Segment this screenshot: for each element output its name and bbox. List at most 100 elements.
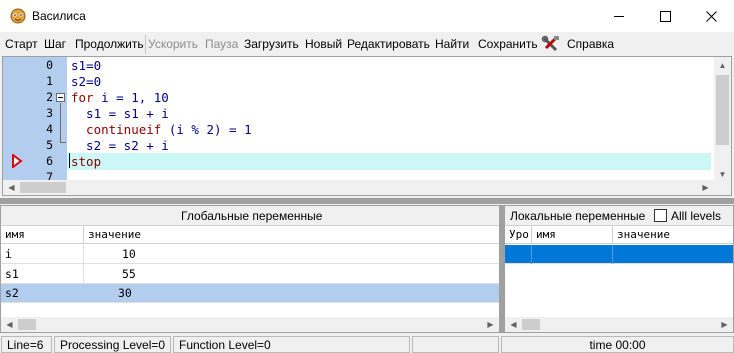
execution-pointer-icon: [12, 154, 23, 168]
column-header-value[interactable]: значение: [84, 226, 499, 244]
status-line: Line=6: [1, 336, 52, 353]
editor-vertical-scrollbar[interactable]: ▲ ▼: [714, 57, 731, 183]
menu-load[interactable]: Загрузить: [244, 37, 299, 51]
line-number: 3: [46, 106, 53, 120]
tools-icon[interactable]: [541, 35, 561, 53]
scroll-right-icon[interactable]: ▶: [716, 317, 733, 332]
app-logo-icon: [10, 8, 26, 24]
table-row[interactable]: i 10: [1, 245, 499, 264]
menu-new[interactable]: Новый: [305, 37, 342, 51]
keyword: continueif: [71, 122, 162, 137]
title-bar: Василиса: [0, 0, 734, 32]
text-caret: [69, 153, 70, 168]
scroll-left-icon[interactable]: ◀: [1, 317, 18, 332]
line-number: 1: [46, 74, 53, 88]
global-horizontal-scrollbar[interactable]: ◀ ▶: [1, 317, 499, 332]
all-levels-checkbox[interactable]: [654, 209, 667, 222]
code-text: s2 = s2 + i: [71, 138, 169, 153]
maximize-button[interactable]: [642, 0, 688, 32]
code-text: s1=0: [71, 58, 102, 73]
status-function-level: Function Level=0: [173, 336, 410, 353]
scroll-thumb[interactable]: [18, 319, 36, 330]
code-rest: i = 1, 10: [93, 90, 169, 105]
panel-header: Локальные переменные Alll levels: [505, 206, 733, 226]
fold-guide: [60, 103, 61, 143]
column-header-name[interactable]: имя: [532, 226, 613, 244]
fold-guide-end: [60, 142, 66, 143]
code-text: continueif (i % 2) = 1: [71, 122, 252, 137]
code-rest: (i % 2) = 1: [161, 122, 252, 137]
table-row-selected[interactable]: s2 30: [1, 284, 499, 303]
column-header-value[interactable]: значение: [613, 226, 733, 244]
value-cell: [613, 245, 733, 264]
code-text: for i = 1, 10: [71, 90, 169, 105]
column-header-name[interactable]: имя: [1, 226, 84, 244]
code-editor[interactable]: 0 s1=0 1 s2=0 2 for i = 1, 10 3 s1 = s1 …: [2, 56, 732, 196]
status-time: time 00:00: [501, 336, 734, 353]
close-button[interactable]: [688, 0, 734, 32]
menu-pause[interactable]: Пауза: [205, 37, 238, 51]
grid-header: Уро имя значение: [505, 226, 733, 244]
minus-icon: [58, 97, 63, 98]
minimize-button[interactable]: [596, 0, 642, 32]
editor-horizontal-scrollbar[interactable]: ◀ ▶: [3, 180, 731, 195]
var-value: 30: [118, 286, 132, 300]
status-processing-level: Processing Level=0: [54, 336, 171, 353]
local-variables-panel: Локальные переменные Alll levels Уро имя…: [504, 205, 734, 333]
local-horizontal-scrollbar[interactable]: ◀ ▶: [505, 317, 733, 332]
maximize-icon: [659, 10, 671, 22]
menu-save[interactable]: Сохранить: [478, 37, 538, 51]
var-name: s2: [5, 286, 19, 300]
scroll-left-icon[interactable]: ◀: [3, 180, 20, 195]
menu-separator: [145, 35, 146, 54]
code-text: stop: [71, 154, 101, 169]
line-number: 0: [46, 58, 53, 72]
menu-find[interactable]: Найти: [435, 37, 469, 51]
keyword: stop: [71, 154, 102, 169]
window-title: Василиса: [32, 9, 86, 23]
close-icon: [705, 10, 717, 22]
menu-edit[interactable]: Редактировать: [347, 37, 430, 51]
all-levels-label[interactable]: Alll levels: [671, 209, 721, 223]
keyword: for: [71, 90, 94, 105]
menu-continue[interactable]: Продолжить: [75, 37, 144, 51]
scroll-thumb[interactable]: [20, 182, 66, 193]
panel-title: Локальные переменные: [510, 209, 646, 223]
horizontal-splitter[interactable]: [0, 198, 734, 204]
var-name: i: [1, 245, 84, 264]
fold-toggle-icon[interactable]: [56, 93, 65, 102]
var-name: s1: [1, 265, 84, 284]
scroll-right-icon[interactable]: ▶: [697, 180, 714, 195]
panel-title: Глобальные переменные: [181, 209, 323, 223]
code-line: 1 s2=0: [3, 74, 711, 91]
code-line: 0 s1=0: [3, 58, 711, 75]
code-line: 6 stop: [3, 154, 711, 171]
scroll-up-icon[interactable]: ▲: [714, 58, 731, 73]
scroll-left-icon[interactable]: ◀: [505, 317, 522, 332]
scroll-thumb[interactable]: [522, 319, 540, 330]
name-cell: [532, 245, 613, 264]
code-text: s2=0: [71, 74, 102, 89]
scroll-thumb[interactable]: [716, 75, 729, 145]
table-row-selected[interactable]: [505, 245, 733, 264]
code-line: 5 s2 = s2 + i: [3, 138, 711, 155]
menu-bar: Старт Шаг Продолжить Ускорить Пауза Загр…: [0, 33, 734, 55]
status-bar: Line=6 Processing Level=0 Function Level…: [0, 335, 734, 353]
panel-header: Глобальные переменные: [1, 206, 499, 226]
status-empty: [412, 336, 499, 353]
grid-header: имя значение: [1, 226, 499, 244]
var-value: 10: [122, 247, 136, 261]
menu-start[interactable]: Старт: [5, 37, 38, 51]
menu-speedup[interactable]: Ускорить: [148, 37, 198, 51]
menu-help[interactable]: Справка: [567, 37, 614, 51]
scroll-right-icon[interactable]: ▶: [482, 317, 499, 332]
line-number: 2: [46, 90, 53, 104]
line-number: 5: [46, 138, 53, 152]
menu-step[interactable]: Шаг: [44, 37, 66, 51]
line-number: 4: [46, 122, 53, 136]
table-row[interactable]: s1 55: [1, 265, 499, 284]
code-line: 4 continueif (i % 2) = 1: [3, 122, 711, 139]
code-text: s1 = s1 + i: [71, 106, 169, 121]
minimize-icon: [613, 15, 624, 17]
column-header-level[interactable]: Уро: [505, 226, 532, 244]
